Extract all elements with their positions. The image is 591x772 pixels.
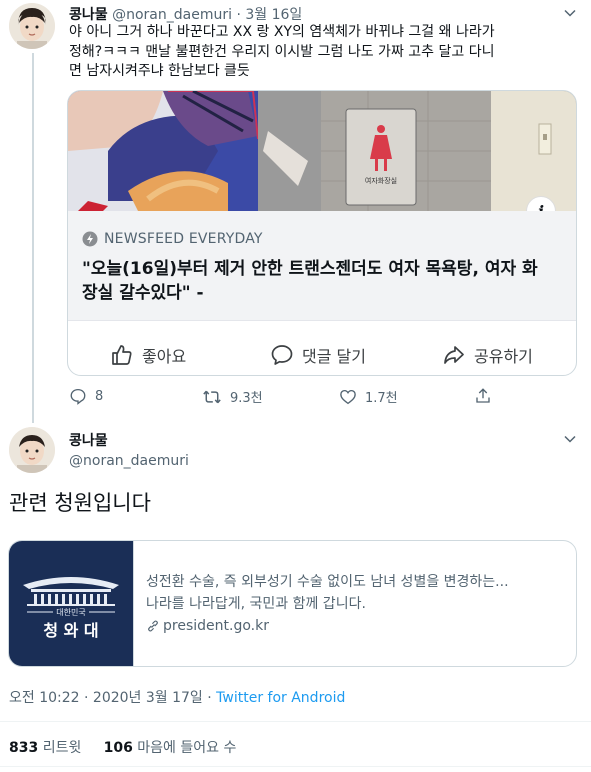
retweet-count: 9.3천 bbox=[230, 391, 263, 406]
chevron-down-icon[interactable] bbox=[563, 6, 577, 20]
tweet-text: 관련 청원입니다 bbox=[9, 491, 151, 515]
thread-line bbox=[32, 53, 34, 423]
retweet-stat-label: 리트윗 bbox=[42, 740, 82, 756]
tweet-text-line: 면 남자시켜주냐 한남보다 클듯 bbox=[69, 63, 250, 79]
like-label: 좋아요 bbox=[142, 347, 187, 366]
tweet-header: 콩나물 @noran_daemuri · 3월 16일 bbox=[69, 4, 302, 24]
reply-count: 8 bbox=[95, 388, 104, 404]
card-title: 성전환 수술, 즉 외부성기 수술 없이도 남녀 성별을 변경하는... bbox=[146, 574, 509, 590]
sign-text: 여자화장실 bbox=[365, 176, 397, 185]
like-count: 1.7천 bbox=[365, 391, 398, 406]
retweet-total: 833 bbox=[9, 740, 39, 756]
share-label: 공유하기 bbox=[474, 347, 533, 366]
card-headline[interactable]: "오늘(16일)부터 제거 안한 트랜스젠더도 여자 목욕탕, 여자 화 장실 … bbox=[82, 257, 538, 305]
reply-icon bbox=[70, 388, 86, 405]
tweet-date[interactable]: 3월 16일 bbox=[245, 7, 302, 23]
card-source-name: NEWSFEED EVERYDAY bbox=[104, 231, 263, 247]
divider bbox=[0, 721, 591, 722]
tweet-client[interactable]: Twitter for Android bbox=[216, 690, 345, 706]
heart-icon bbox=[340, 389, 356, 404]
link-icon bbox=[148, 620, 158, 632]
comment-action[interactable]: 댓글 달기 bbox=[270, 343, 366, 367]
comment-icon bbox=[271, 345, 293, 365]
retweet-action[interactable]: 9.3천 bbox=[202, 387, 263, 406]
logo-big-text: 청 와 대 bbox=[43, 621, 98, 640]
tweet-text-line: 야 아니 그거 하나 바꾼다고 XX 랑 XY의 염색체가 바뀌냐 그걸 왜 나… bbox=[69, 24, 495, 40]
reply-action[interactable]: 8 bbox=[69, 387, 103, 405]
tweet-stats: 833 리트윗 106 마음에 들어요 수 bbox=[9, 737, 236, 757]
chevron-down-icon[interactable] bbox=[563, 432, 577, 446]
like-action[interactable]: 좋아요 bbox=[110, 343, 186, 367]
thumbs-up-icon bbox=[112, 345, 132, 365]
card-text: 성전환 수술, 즉 외부성기 수술 없이도 남녀 성별을 변경하는... 나라를… bbox=[146, 571, 509, 637]
share-action[interactable]: 공유하기 bbox=[442, 343, 533, 367]
like-tweet-action[interactable]: 1.7천 bbox=[339, 387, 398, 406]
like-total: 106 bbox=[103, 740, 133, 756]
retweets-stat[interactable]: 833 리트윗 bbox=[9, 740, 81, 756]
link-card[interactable]: 여자화장실 i NEWSFEED EVERYDAY "오늘(16일)부터 제거 … bbox=[67, 90, 577, 376]
link-card[interactable]: 대한민국 청 와 대 성전환 수술, 즉 외부성기 수술 없이도 남녀 성별을 … bbox=[8, 540, 577, 667]
logo-small-text: 대한민국 bbox=[56, 607, 85, 617]
share-icon bbox=[444, 346, 464, 364]
card-divider bbox=[133, 541, 134, 666]
card-description: 나라를 나라답게, 국민과 함께 갑니다. bbox=[146, 596, 366, 612]
like-stat-label: 마음에 들어요 수 bbox=[137, 740, 237, 756]
avatar[interactable] bbox=[9, 3, 55, 49]
cheongwadae-logo: 대한민국 청 와 대 bbox=[9, 541, 133, 666]
card-source: NEWSFEED EVERYDAY bbox=[82, 231, 263, 247]
likes-stat[interactable]: 106 마음에 들어요 수 bbox=[104, 740, 237, 756]
avatar[interactable] bbox=[9, 427, 55, 473]
tweet-text: 야 아니 그거 하나 바꾼다고 XX 랑 XY의 염색체가 바뀌냐 그걸 왜 나… bbox=[69, 23, 495, 82]
tweet-timestamp[interactable]: 오전 10:22 · 2020년 3월 17일 · bbox=[9, 690, 212, 706]
tweet-header: 콩나물 @noran_daemuri bbox=[69, 431, 189, 471]
display-name[interactable]: 콩나물 bbox=[69, 7, 108, 23]
tweet-meta: 오전 10:22 · 2020년 3월 17일 · Twitter for An… bbox=[9, 687, 345, 707]
card-divider bbox=[68, 320, 576, 321]
retweet-icon bbox=[203, 390, 221, 403]
share-tweet-button[interactable] bbox=[474, 387, 492, 405]
display-name[interactable]: 콩나물 bbox=[69, 431, 189, 451]
divider bbox=[0, 766, 591, 767]
handle[interactable]: @noran_daemuri bbox=[112, 7, 232, 23]
separator: · bbox=[236, 7, 241, 23]
card-headline-line: "오늘(16일)부터 제거 안한 트랜스젠더도 여자 목욕탕, 여자 화 bbox=[82, 259, 538, 279]
lightning-icon bbox=[82, 231, 98, 247]
card-domain-text: president.go.kr bbox=[163, 618, 269, 634]
card-headline-line: 장실 갈수있다" - bbox=[82, 283, 204, 303]
upload-share-icon bbox=[476, 388, 490, 403]
card-image[interactable]: 여자화장실 bbox=[68, 91, 576, 211]
comment-label: 댓글 달기 bbox=[302, 347, 366, 366]
handle[interactable]: @noran_daemuri bbox=[69, 451, 189, 471]
card-domain: president.go.kr bbox=[146, 615, 509, 637]
tweet-text-line: 정해?ㅋㅋㅋ 맨날 불편한건 우리지 이시발 그럼 나도 가짜 고추 달고 다니 bbox=[69, 43, 495, 60]
